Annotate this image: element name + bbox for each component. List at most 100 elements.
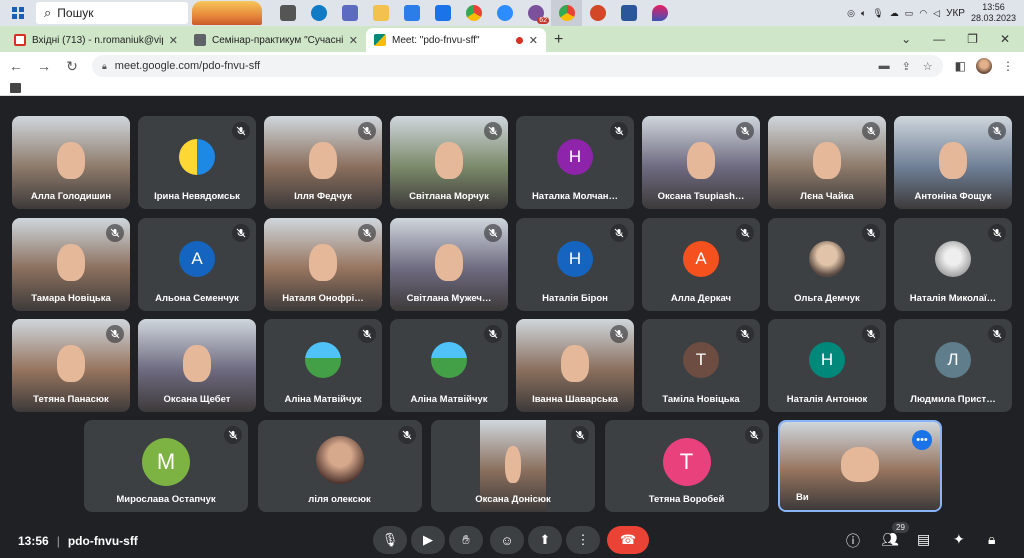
- close-icon[interactable]: ✕: [349, 34, 358, 47]
- participant-tile[interactable]: Ірина Невядомськ: [138, 116, 256, 209]
- tab-search-icon[interactable]: ⌄: [901, 32, 911, 46]
- volume-icon[interactable]: 🔈︎: [861, 8, 866, 19]
- participant-tile[interactable]: Антоніна Фощук: [894, 116, 1012, 209]
- tab-meet[interactable]: Meet: "pdo-fnvu-sff" ✕: [366, 28, 546, 52]
- paint-button[interactable]: [644, 0, 675, 26]
- separator: |: [56, 534, 60, 548]
- person-figure: [938, 142, 968, 180]
- contacts-icon[interactable]: [10, 82, 21, 93]
- participant-tile[interactable]: ліля олексюк: [257, 420, 422, 512]
- tab-seminar[interactable]: Семінар-практикум "Сучасні те ✕: [186, 28, 366, 52]
- powerpoint-button[interactable]: [582, 0, 613, 26]
- camera-button[interactable]: ▶︎: [411, 526, 445, 554]
- close-icon[interactable]: ✕: [529, 34, 538, 47]
- participant-tile[interactable]: Аліна Матвійчук: [390, 319, 508, 412]
- participant-tile[interactable]: А Алла Деркач: [642, 218, 760, 311]
- participant-tile[interactable]: Н Наталія Бірон: [516, 218, 634, 311]
- reactions-button[interactable]: ☺: [490, 526, 524, 554]
- close-window-icon[interactable]: ✕: [1000, 32, 1010, 46]
- participant-tile[interactable]: Н Наталія Антонюк: [768, 319, 886, 412]
- new-tab-button[interactable]: +: [554, 28, 563, 52]
- store-button[interactable]: [396, 0, 427, 26]
- participant-tile[interactable]: Оксана Щебет: [138, 319, 256, 412]
- participant-tile[interactable]: Ольга Демчук: [768, 218, 886, 311]
- participant-tile[interactable]: Оксана Tsupiash…: [642, 116, 760, 209]
- participant-name: Оксана Tsupiash…: [657, 191, 745, 202]
- participant-tile[interactable]: ••• Ви: [778, 420, 942, 512]
- profile-avatar[interactable]: [976, 58, 992, 74]
- participant-tile[interactable]: Л Людмила Прист…: [894, 319, 1012, 412]
- participant-tile[interactable]: Аліна Матвійчук: [264, 319, 382, 412]
- host-controls-icon[interactable]: 🔒︎: [988, 531, 995, 548]
- profile-picture: [809, 240, 845, 277]
- chrome-button[interactable]: [458, 0, 489, 26]
- participant-tile[interactable]: Наталія Миколаї…: [894, 218, 1012, 311]
- task-view-button[interactable]: [272, 0, 303, 26]
- activities-icon[interactable]: ✦: [953, 531, 965, 548]
- participant-tile[interactable]: Лєна Чайка: [768, 116, 886, 209]
- participant-tile[interactable]: Н Наталка Молчан…: [516, 116, 634, 209]
- participant-tile[interactable]: Світлана Морчук: [390, 116, 508, 209]
- start-button[interactable]: [0, 0, 36, 26]
- participant-tile[interactable]: Іванна Шаварська: [516, 319, 634, 412]
- tab-gmail[interactable]: Вхідні (713) - n.romaniuk@vippo ✕: [6, 28, 186, 52]
- participant-tile[interactable]: Оксана Донісюк: [431, 420, 595, 512]
- participant-tile[interactable]: Тамара Новіцька: [12, 218, 130, 311]
- chat-icon[interactable]: ▤: [917, 531, 930, 548]
- participant-tile[interactable]: А Альона Семенчук: [138, 218, 256, 311]
- participant-tile[interactable]: Т Тетяна Воробей: [604, 420, 769, 512]
- viber-tray-icon[interactable]: ◎: [847, 8, 855, 19]
- side-panel-icon[interactable]: ◧: [955, 59, 966, 73]
- mic-tray-icon[interactable]: 🎙︎: [872, 8, 883, 19]
- participant-tile[interactable]: Тетяна Панасюк: [12, 319, 130, 412]
- file-explorer-button[interactable]: [365, 0, 396, 26]
- participant-avatar: Н: [809, 341, 845, 378]
- more-options-button[interactable]: ⋮: [566, 526, 600, 554]
- wifi-icon[interactable]: ◠: [919, 8, 927, 19]
- taskbar-search[interactable]: ⌕ Пошук: [36, 2, 188, 24]
- page-icon: [194, 34, 206, 46]
- raise-hand-button[interactable]: ✋︎: [449, 526, 483, 554]
- cloud-icon[interactable]: ☁︎: [890, 8, 899, 19]
- battery-icon[interactable]: ▭: [905, 8, 914, 19]
- camera-permission-icon[interactable]: ▬: [879, 60, 890, 73]
- info-icon[interactable]: ⓘ: [846, 531, 860, 551]
- zoom-button[interactable]: [489, 0, 520, 26]
- tile-more-options-icon[interactable]: •••: [912, 430, 932, 450]
- mic-off-icon: [736, 122, 754, 140]
- language-indicator[interactable]: УКР: [946, 8, 965, 19]
- lock-icon[interactable]: 🔒︎: [102, 61, 107, 72]
- save-app-button[interactable]: [334, 0, 365, 26]
- minimize-icon[interactable]: —: [933, 32, 945, 46]
- participant-tile[interactable]: Алла Голодишин: [12, 116, 130, 209]
- menu-icon[interactable]: ⋮: [1002, 59, 1014, 73]
- edge-button[interactable]: [303, 0, 334, 26]
- share-icon[interactable]: ⇪: [902, 60, 911, 73]
- back-icon[interactable]: ←: [8, 58, 24, 74]
- address-bar[interactable]: 🔒︎ meet.google.com/pdo-fnvu-sff ▬ ⇪ ☆: [92, 55, 943, 77]
- mail-button[interactable]: [427, 0, 458, 26]
- people-icon[interactable]: 👥︎: [881, 531, 899, 548]
- participant-tile[interactable]: Наталя Онофрі…: [264, 218, 382, 311]
- present-button[interactable]: ⬆: [528, 526, 562, 554]
- word-button[interactable]: [613, 0, 644, 26]
- forward-icon[interactable]: →: [36, 58, 52, 74]
- leave-call-button[interactable]: ☎︎: [607, 526, 649, 554]
- microphone-button[interactable]: 🎙︎: [373, 526, 407, 554]
- participant-tile[interactable]: Ілля Федчук: [264, 116, 382, 209]
- participant-tile[interactable]: М Мирослава Остапчук: [84, 420, 248, 512]
- bookmark-star-icon[interactable]: ☆: [923, 60, 933, 73]
- reload-icon[interactable]: ↻: [64, 58, 80, 75]
- zoom-icon: [496, 5, 513, 21]
- viber-button[interactable]: 62: [520, 0, 551, 26]
- emoji-icon: ☺: [500, 532, 514, 548]
- speaker-icon[interactable]: ◁: [933, 8, 940, 19]
- close-icon[interactable]: ✕: [169, 34, 178, 47]
- participant-tile[interactable]: Світлана Мужеч…: [390, 218, 508, 311]
- restore-icon[interactable]: ❐: [967, 32, 978, 46]
- tab-title: Meet: "pdo-fnvu-sff": [392, 34, 480, 46]
- clock[interactable]: 13:56 28.03.2023: [971, 2, 1016, 24]
- chrome-active-button[interactable]: [551, 0, 582, 26]
- mic-off-icon: [358, 325, 376, 343]
- participant-tile[interactable]: Т Таміла Новіцька: [642, 319, 760, 412]
